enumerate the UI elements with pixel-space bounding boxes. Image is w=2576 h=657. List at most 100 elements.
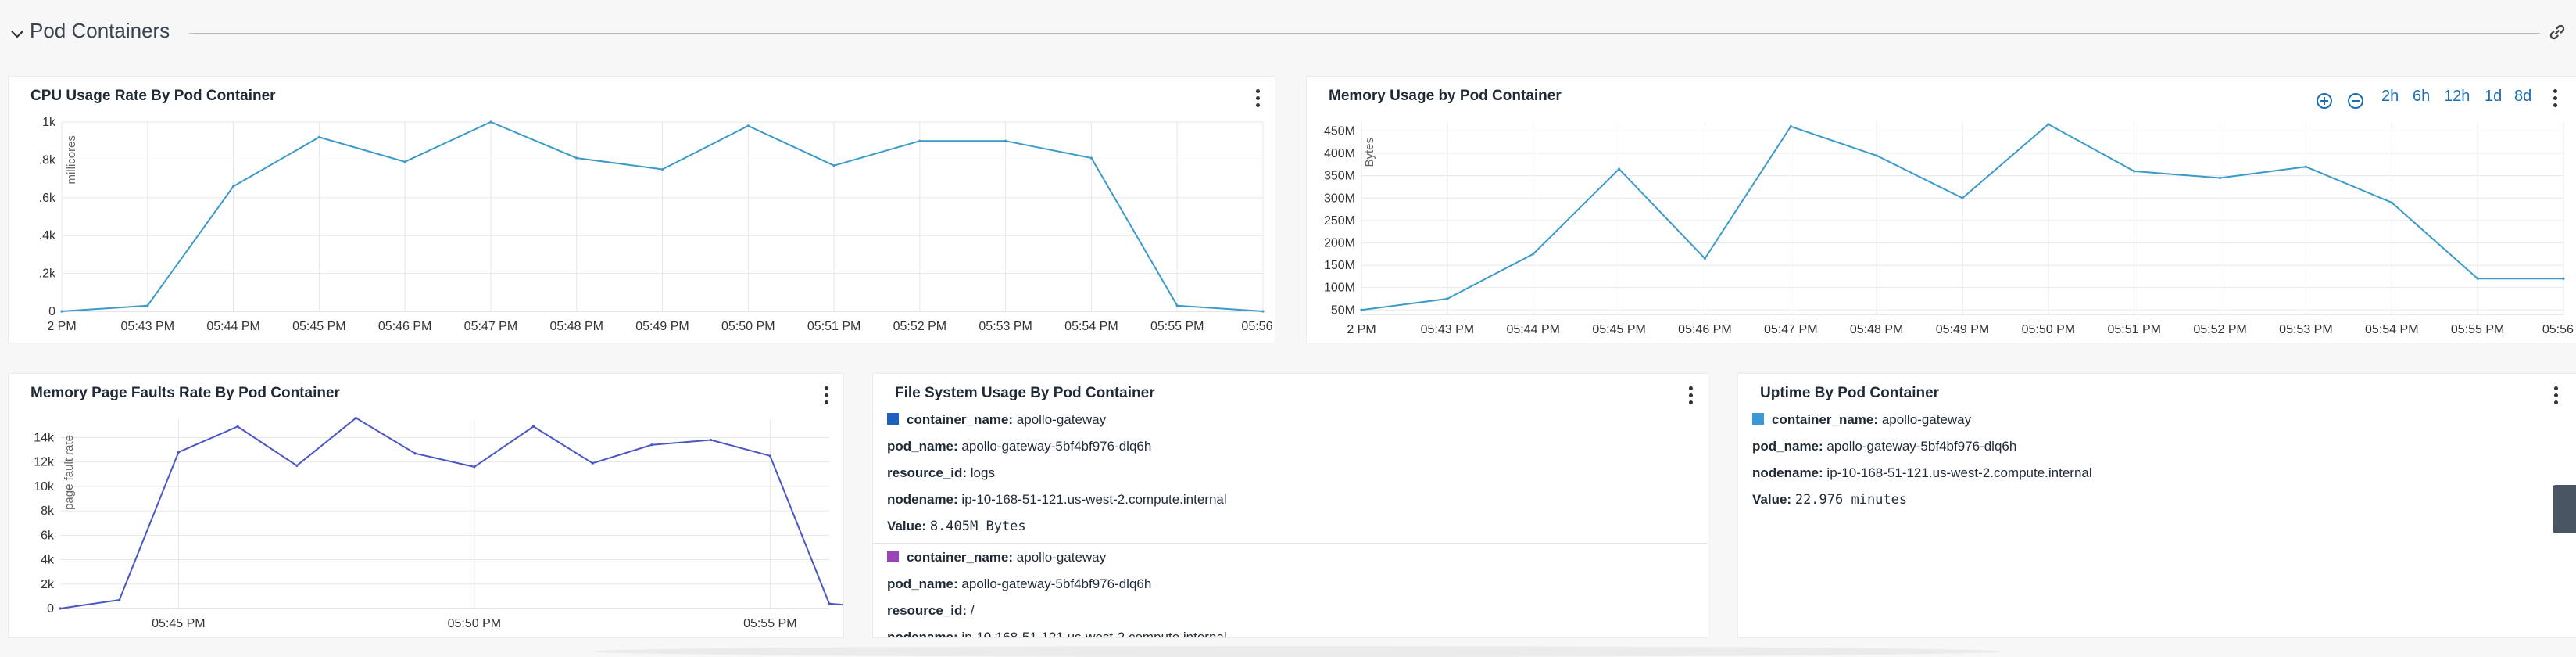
x-tick-label: 05:52 PM bbox=[2193, 323, 2246, 336]
data-point bbox=[354, 416, 358, 420]
data-point bbox=[2476, 277, 2479, 280]
field-value: apollo-gateway-5bf4bf976-dlq6h bbox=[961, 576, 1152, 591]
x-tick-label: 05:44 PM bbox=[1506, 323, 1559, 336]
nodename-row: nodename: ip-10-168-51-121.us-west-2.com… bbox=[887, 486, 1708, 513]
container-name-row: container_name: apollo-gateway bbox=[887, 544, 1708, 571]
y-tick-label: 300M bbox=[1324, 192, 1355, 205]
field-value: apollo-gateway-5bf4bf976-dlq6h bbox=[1826, 439, 2017, 454]
field-value: apollo-gateway-5bf4bf976-dlq6h bbox=[961, 439, 1152, 454]
x-tick-label: 05:53 PM bbox=[2279, 323, 2332, 336]
data-point bbox=[1961, 196, 1964, 199]
y-tick-label: 0 bbox=[48, 305, 55, 318]
memory-usage-panel: Memory Usage by Pod Container 2h 6h 12h … bbox=[1306, 76, 2576, 343]
fs-entry-root: container_name: apollo-gateway pod_name:… bbox=[887, 544, 1708, 638]
cpu-usage-panel: CPU Usage Rate By Pod Container 0.2k .4k.… bbox=[8, 76, 1275, 343]
x-tick-label: 05:55 PM bbox=[1150, 320, 1204, 333]
pod-name-row: pod_name: apollo-gateway-5bf4bf976-dlq6h bbox=[887, 433, 1708, 460]
nodename-row: nodename: ip-10-168-51-121.us-west-2.com… bbox=[1752, 460, 2576, 486]
series-color-swatch bbox=[887, 551, 899, 562]
x-tick-label: 05:43 PM bbox=[121, 320, 174, 333]
data-point bbox=[489, 120, 492, 124]
field-label: pod_name: bbox=[887, 576, 958, 591]
nodename-row: nodename: ip-10-168-51-121.us-west-2.com… bbox=[887, 624, 1708, 638]
x-tick-label: 05:55 PM bbox=[2451, 323, 2504, 336]
x-tick-label: 05:48 PM bbox=[1850, 323, 1903, 336]
field-value: logs bbox=[970, 465, 995, 480]
memory-page-faults-chart: 0 2k 4k 6k 8k 10k 12k 14k 05:45 PM 05:50 PM 05:55 … bbox=[34, 416, 843, 630]
data-point bbox=[1175, 304, 1179, 307]
fs-entry-logs: container_name: apollo-gateway pod_name:… bbox=[887, 407, 1708, 540]
field-value: / bbox=[970, 603, 975, 618]
data-point bbox=[650, 443, 653, 447]
field-label: container_name: bbox=[907, 412, 1014, 427]
x-tick-label: 05:49 PM bbox=[1936, 323, 1989, 336]
link-icon[interactable] bbox=[2546, 21, 2568, 43]
y-tick-label: 200M bbox=[1324, 236, 1355, 250]
y-tick-label: 400M bbox=[1324, 147, 1355, 160]
memory-page-faults-panel: Memory Page Faults Rate By Pod Container… bbox=[8, 373, 844, 638]
data-point bbox=[177, 451, 180, 454]
field-label: container_name: bbox=[907, 550, 1014, 565]
x-tick-label: 05:45 PM bbox=[152, 617, 205, 630]
y-tick-label: 1k bbox=[42, 116, 56, 129]
panel-title: File System Usage By Pod Container bbox=[895, 385, 1155, 401]
y-axis-label: millicores bbox=[65, 135, 78, 185]
y-tick-label: .4k bbox=[39, 229, 56, 242]
x-tick-label: 05:56 F bbox=[2542, 323, 2576, 336]
data-point bbox=[1875, 154, 1878, 157]
y-tick-label: 10k bbox=[34, 480, 55, 494]
x-tick-label: 05:54 PM bbox=[2365, 323, 2418, 336]
y-tick-label: 350M bbox=[1324, 170, 1355, 183]
x-tick-label: 05:51 PM bbox=[807, 320, 860, 333]
kebab-menu-icon[interactable] bbox=[2546, 383, 2565, 408]
data-point bbox=[746, 124, 750, 127]
data-point bbox=[2390, 201, 2393, 204]
field-value: ip-10-168-51-121.us-west-2.compute.inter… bbox=[961, 630, 1227, 638]
field-label: pod_name: bbox=[887, 439, 958, 454]
pod-name-row: pod_name: apollo-gateway-5bf4bf976-dlq6h bbox=[887, 571, 1708, 598]
series-line bbox=[59, 417, 843, 609]
x-tick-label: 2 PM bbox=[47, 320, 76, 333]
panel-title: Uptime By Pod Container bbox=[1760, 385, 1940, 401]
side-drawer-handle[interactable] bbox=[2553, 485, 2576, 533]
x-tick-label: 05:51 PM bbox=[2107, 323, 2160, 336]
value-row: Value: 22.976 minutes bbox=[1752, 486, 2576, 513]
data-point bbox=[317, 135, 320, 138]
y-tick-label: .2k bbox=[39, 267, 56, 281]
data-point bbox=[768, 454, 771, 458]
y-tick-label: 250M bbox=[1324, 214, 1355, 228]
section-title: Pod Containers bbox=[30, 19, 170, 42]
y-axis-label: Bytes bbox=[1363, 138, 1376, 167]
data-point bbox=[231, 185, 235, 188]
data-point bbox=[60, 310, 63, 313]
chevron-down-icon[interactable] bbox=[8, 25, 27, 44]
y-tick-label: .6k bbox=[39, 192, 56, 205]
x-tick-label: 05:50 PM bbox=[448, 617, 501, 630]
uptime-panel: Uptime By Pod Container container_name: … bbox=[1737, 373, 2576, 638]
data-point bbox=[59, 607, 62, 610]
x-tick-label: 05:47 PM bbox=[1764, 323, 1817, 336]
resource-id-row: resource_id: / bbox=[887, 598, 1708, 624]
field-label: resource_id: bbox=[887, 603, 968, 618]
file-system-usage-panel: File System Usage By Pod Container conta… bbox=[872, 373, 1708, 638]
cpu-usage-chart: 0 .2k .4k .6k .8k 1k 2 PM 05:43 PM 05:44 PM 05:45… bbox=[39, 116, 1275, 333]
uptime-entry: container_name: apollo-gateway pod_name:… bbox=[1752, 407, 2576, 513]
y-tick-label: .8k bbox=[39, 153, 56, 167]
data-point bbox=[660, 167, 664, 171]
x-tick-label: 05:46 PM bbox=[378, 320, 431, 333]
kebab-menu-icon[interactable] bbox=[1681, 383, 1700, 408]
data-point bbox=[295, 464, 299, 467]
x-tick-label: 05:50 PM bbox=[721, 320, 775, 333]
data-point bbox=[1617, 167, 1621, 171]
x-tick-label: 05:47 PM bbox=[464, 320, 517, 333]
data-point bbox=[2562, 277, 2565, 280]
data-point bbox=[591, 461, 594, 465]
data-point bbox=[1360, 308, 1363, 311]
container-name-row: container_name: apollo-gateway bbox=[1752, 407, 2576, 433]
x-tick-label: 05:53 PM bbox=[979, 320, 1032, 333]
x-tick-label: 05:48 PM bbox=[549, 320, 603, 333]
y-tick-label: 4k bbox=[41, 554, 55, 567]
x-tick-label: 2 PM bbox=[1347, 323, 1376, 336]
field-label: Value: bbox=[1752, 492, 1792, 507]
field-label: nodename: bbox=[1752, 465, 1823, 480]
